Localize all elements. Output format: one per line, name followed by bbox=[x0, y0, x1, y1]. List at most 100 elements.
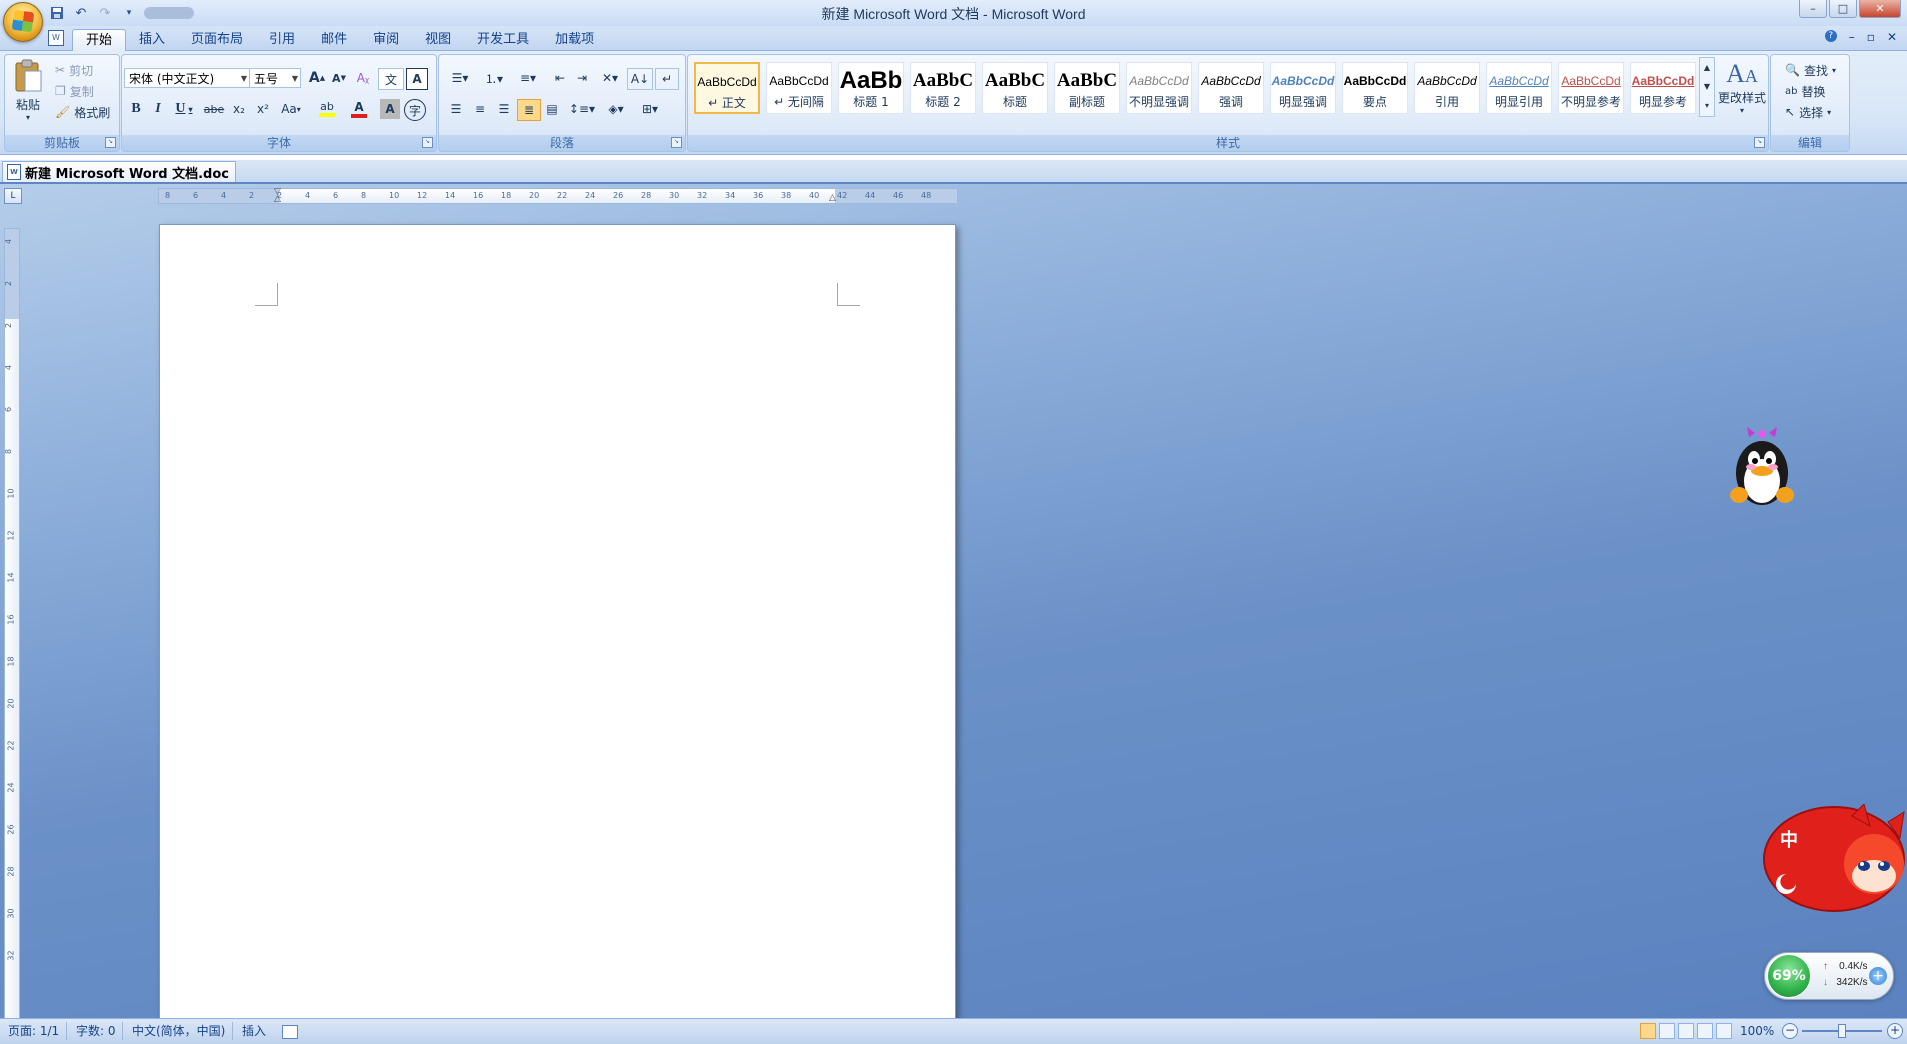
style-item[interactable]: AaBbCcDd 引用 bbox=[1414, 62, 1480, 114]
copy-button[interactable]: ❐ 复制 bbox=[55, 82, 94, 100]
print-layout-icon[interactable] bbox=[1640, 1023, 1656, 1039]
show-marks-button[interactable]: ↵ bbox=[655, 68, 679, 90]
font-name-combo[interactable]: 宋体 (中文正文) ▼ bbox=[124, 68, 250, 88]
tab-home[interactable]: 开始 bbox=[72, 29, 127, 52]
zoom-level[interactable]: 100% bbox=[1740, 1023, 1774, 1039]
character-border-button[interactable]: A bbox=[406, 68, 428, 90]
style-item[interactable]: AaBbCcDd ↵ 正文 bbox=[694, 62, 760, 114]
underline-button[interactable]: U ▾ bbox=[170, 99, 198, 119]
tab-selector-button[interactable]: L bbox=[4, 188, 22, 204]
distributed-button[interactable]: ▤ bbox=[541, 99, 563, 119]
italic-button[interactable]: I bbox=[148, 99, 168, 119]
multilevel-list-button[interactable]: ≡▾ bbox=[513, 68, 543, 88]
tab-developer[interactable]: 开发工具 bbox=[464, 29, 542, 51]
full-screen-reading-icon[interactable] bbox=[1659, 1023, 1675, 1039]
document-tab[interactable]: W 新建 Microsoft Word 文档.doc bbox=[2, 161, 236, 182]
strikethrough-button[interactable]: abe bbox=[202, 99, 226, 119]
minimize-window-button[interactable]: – bbox=[1799, 0, 1827, 18]
tab-mailings[interactable]: 邮件 bbox=[308, 29, 360, 51]
doc-minimize-button[interactable]: – bbox=[1849, 30, 1855, 44]
style-item[interactable]: AaBb 标题 1 bbox=[838, 62, 904, 114]
zoom-in-icon[interactable]: + bbox=[1887, 1023, 1903, 1039]
enclose-characters-button[interactable]: 字 bbox=[404, 99, 426, 121]
style-item[interactable]: AaBbCcDd 明显参考 bbox=[1630, 62, 1696, 114]
numbering-button[interactable]: ⒈▾ bbox=[479, 68, 509, 88]
close-window-button[interactable]: ✕ bbox=[1859, 0, 1901, 18]
macro-record-icon[interactable] bbox=[282, 1025, 298, 1039]
style-item[interactable]: AaBbC 副标题 bbox=[1054, 62, 1120, 114]
right-indent-marker-icon[interactable]: △ bbox=[829, 194, 836, 203]
style-item[interactable]: AaBbCcDd 强调 bbox=[1198, 62, 1264, 114]
clipboard-launcher-icon[interactable]: ↘ bbox=[105, 137, 116, 148]
justify-button[interactable]: ≣ bbox=[517, 99, 541, 121]
zoom-out-icon[interactable]: − bbox=[1782, 1023, 1798, 1039]
sort-button[interactable]: A↓ bbox=[627, 68, 653, 90]
find-button[interactable]: 🔍 查找 ▾ bbox=[1785, 61, 1836, 79]
tab-add-ins[interactable]: 加载项 bbox=[542, 29, 607, 51]
doc-restore-button[interactable]: ▫ bbox=[1867, 30, 1875, 44]
decrease-indent-button[interactable]: ⇤ bbox=[549, 68, 571, 88]
qq-penguin-widget[interactable] bbox=[1725, 421, 1799, 511]
vertical-ruler[interactable]: 4 2 2 4 6 8 10 12 14 16 18 20 22 24 26 28 30 32 bbox=[4, 228, 20, 1018]
shrink-font-button[interactable]: A ▼ bbox=[328, 68, 350, 88]
change-styles-button[interactable]: AA 更改样式 ▾ bbox=[1718, 57, 1766, 129]
font-color-button[interactable]: A bbox=[344, 99, 374, 119]
character-shading-button[interactable]: A bbox=[380, 99, 400, 119]
word-count[interactable]: 字数: 0 bbox=[76, 1023, 116, 1039]
align-left-button[interactable]: ☰ bbox=[445, 99, 467, 119]
input-method-fox-widget[interactable]: 中 bbox=[1762, 803, 1907, 914]
style-item[interactable]: AaBbCcDd ↵ 无间隔 bbox=[766, 62, 832, 114]
draft-view-icon[interactable] bbox=[1716, 1023, 1732, 1039]
document-workspace[interactable]: L ▽ △ △ 8 6 4 2 2 4 6 8 10 12 14 16 18 20 22 24 26 28 30 32 3… bbox=[0, 184, 1907, 1018]
horizontal-ruler[interactable]: ▽ △ △ 8 6 4 2 2 4 6 8 10 12 14 16 18 20 22 24 26 28 30 32 34 3… bbox=[158, 188, 958, 204]
tab-references[interactable]: 引用 bbox=[256, 29, 308, 51]
tab-review[interactable]: 审阅 bbox=[360, 29, 412, 51]
format-painter-button[interactable]: 🖌 格式刷 bbox=[55, 103, 110, 121]
maximize-window-button[interactable]: □ bbox=[1829, 0, 1857, 18]
office-button[interactable] bbox=[3, 2, 43, 42]
paste-button[interactable]: 粘贴 ▾ bbox=[9, 57, 47, 129]
language-indicator[interactable]: 中文(简体，中国) bbox=[132, 1023, 225, 1039]
doc-close-button[interactable]: ✕ bbox=[1887, 30, 1897, 44]
grow-font-button[interactable]: A ▲ bbox=[306, 68, 328, 88]
bullets-button[interactable]: ☰▾ bbox=[445, 68, 475, 88]
insert-mode[interactable]: 插入 bbox=[242, 1023, 266, 1039]
highlight-button[interactable]: ab bbox=[312, 99, 342, 119]
gallery-scroll[interactable]: ▲ ▼ ▾ bbox=[1699, 57, 1715, 117]
font-launcher-icon[interactable]: ↘ bbox=[422, 137, 433, 148]
bold-button[interactable]: B bbox=[126, 99, 146, 119]
style-item[interactable]: AaBbCcDd 不明显强调 bbox=[1126, 62, 1192, 114]
style-item[interactable]: AaBbC 标题 2 bbox=[910, 62, 976, 114]
increase-indent-button[interactable]: ⇥ bbox=[571, 68, 593, 88]
subscript-button[interactable]: x₂ bbox=[228, 99, 250, 119]
replace-button[interactable]: ab 替换 bbox=[1785, 82, 1826, 100]
web-layout-icon[interactable] bbox=[1678, 1023, 1694, 1039]
clear-formatting-button[interactable]: Aᵪ bbox=[352, 68, 374, 88]
borders-button[interactable]: ⊞▾ bbox=[635, 99, 665, 119]
font-size-combo[interactable]: 五号 ▼ bbox=[249, 68, 301, 88]
help-icon[interactable]: ? bbox=[1824, 30, 1837, 42]
line-spacing-button[interactable]: ↕≡▾ bbox=[567, 99, 597, 119]
network-monitor-widget[interactable]: 69% ↑ 0.4K/s ↓ 342K/s + bbox=[1764, 952, 1894, 1000]
accelerate-plus-icon[interactable]: + bbox=[1869, 967, 1887, 985]
styles-launcher-icon[interactable]: ↘ bbox=[1754, 137, 1765, 148]
style-item[interactable]: AaBbCcDd 不明显参考 bbox=[1558, 62, 1624, 114]
style-item[interactable]: AaBbC 标题 bbox=[982, 62, 1048, 114]
align-center-button[interactable]: ≡ bbox=[469, 99, 491, 119]
paragraph-launcher-icon[interactable]: ↘ bbox=[671, 137, 682, 148]
superscript-button[interactable]: x² bbox=[252, 99, 274, 119]
select-button[interactable]: ↖ 选择 ▾ bbox=[1785, 103, 1831, 121]
phonetic-guide-button[interactable]: 文 bbox=[378, 68, 404, 90]
outline-view-icon[interactable] bbox=[1697, 1023, 1713, 1039]
style-item[interactable]: AaBbCcDd 明显强调 bbox=[1270, 62, 1336, 114]
chinese-layout-button[interactable]: ✕▾ bbox=[595, 68, 625, 88]
tab-page-layout[interactable]: 页面布局 bbox=[178, 29, 256, 51]
page-count[interactable]: 页面: 1/1 bbox=[8, 1023, 59, 1039]
zoom-slider-thumb[interactable] bbox=[1838, 1024, 1846, 1038]
tab-insert[interactable]: 插入 bbox=[126, 29, 178, 51]
align-right-button[interactable]: ☰ bbox=[493, 99, 515, 119]
style-item[interactable]: AaBbCcDd 明显引用 bbox=[1486, 62, 1552, 114]
tab-view[interactable]: 视图 bbox=[412, 29, 464, 51]
style-item[interactable]: AaBbCcDd 要点 bbox=[1342, 62, 1408, 114]
change-case-button[interactable]: Aa ▾ bbox=[276, 99, 306, 119]
